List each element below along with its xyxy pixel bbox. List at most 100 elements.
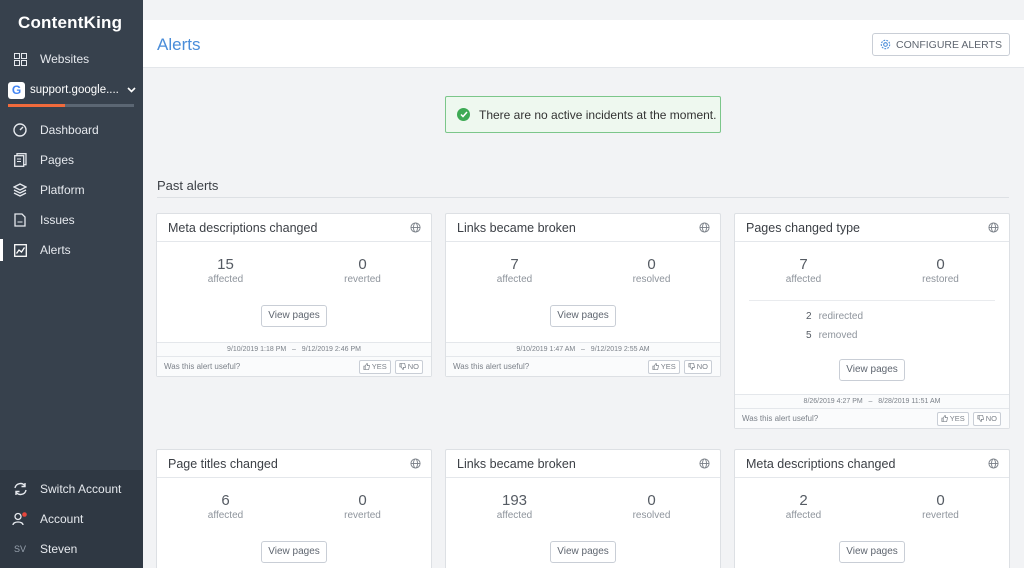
feedback-no-button[interactable]: NO xyxy=(683,359,712,374)
stat-label: affected xyxy=(496,510,533,521)
view-pages-button[interactable]: View pages xyxy=(839,359,905,381)
section-divider xyxy=(157,197,1009,198)
view-pages-button[interactable]: View pages xyxy=(261,541,327,563)
no-label: NO xyxy=(407,362,419,371)
stat-affected: 193 affected xyxy=(446,493,583,540)
sidebar-item-label: Issues xyxy=(40,213,75,227)
date-from: 9/10/2019 1:47 AM xyxy=(516,346,576,353)
card-title: Pages changed type xyxy=(746,220,860,235)
stat-value: 0 xyxy=(358,256,367,273)
sidebar-item-label: Dashboard xyxy=(40,123,99,137)
yes-label: YES xyxy=(660,362,676,371)
stat-value: 193 xyxy=(501,492,528,509)
stat-value: 15 xyxy=(217,256,234,273)
stat-label: resolved xyxy=(632,274,671,285)
pages-icon xyxy=(12,152,28,168)
sidebar-item-dashboard[interactable]: Dashboard xyxy=(0,115,143,145)
sidebar: ContentKing Websites G support.google...… xyxy=(0,0,143,568)
date-to: 9/12/2019 2:55 AM xyxy=(590,346,650,353)
view-pages-wrap: View pages xyxy=(157,540,431,568)
sidebar-item-platform[interactable]: Platform xyxy=(0,175,143,205)
account-label: Account xyxy=(40,512,84,526)
card-header: Page titles changed xyxy=(157,450,431,478)
feedback-yes-button[interactable]: YES xyxy=(358,359,391,374)
view-pages-wrap: View pages xyxy=(157,304,431,342)
feedback-yes-button[interactable]: YES xyxy=(647,359,680,374)
no-incidents-notice: There are no active incidents at the mom… xyxy=(445,96,721,133)
website-selector[interactable]: G support.google.... xyxy=(8,76,136,104)
stat-affected: 7 affected xyxy=(446,257,583,304)
card-header: Links became broken xyxy=(446,214,720,242)
configure-alerts-button[interactable]: CONFIGURE ALERTS xyxy=(872,33,1010,56)
feedback-yes-button[interactable]: YES xyxy=(936,411,969,426)
card-header: Links became broken xyxy=(446,450,720,478)
stat-label: affected xyxy=(785,274,822,285)
card-header: Meta descriptions changed xyxy=(157,214,431,242)
switch-account-label: Switch Account xyxy=(40,482,122,496)
card-header: Meta descriptions changed xyxy=(735,450,1009,478)
card-stats: 193 affected 0 resolved xyxy=(446,478,720,540)
feedback-no-button[interactable]: NO xyxy=(972,411,1001,426)
thumbs-down-icon xyxy=(688,363,695,370)
crawl-progress-fill xyxy=(8,104,65,107)
globe-icon xyxy=(699,222,710,233)
sidebar-item-alerts[interactable]: Alerts xyxy=(0,235,143,265)
type-change-breakdown: 2 redirected 5 removed xyxy=(749,300,995,358)
sidebar-item-websites[interactable]: Websites xyxy=(0,44,143,74)
sidebar-item-issues[interactable]: Issues xyxy=(0,205,143,235)
chevron-down-icon xyxy=(127,84,136,96)
stat-reverted: 0 reverted xyxy=(872,493,1009,540)
view-pages-wrap: View pages xyxy=(446,540,720,568)
globe-icon xyxy=(410,222,421,233)
card-title: Links became broken xyxy=(457,456,576,471)
breakdown-label: redirected xyxy=(818,311,864,322)
grid-icon xyxy=(12,51,28,67)
breakdown-count: 2 xyxy=(806,311,812,322)
stat-value: 6 xyxy=(221,492,230,509)
date-to: 8/28/2019 11:51 AM xyxy=(878,398,941,405)
past-alerts-heading: Past alerts xyxy=(157,178,219,193)
alert-card: Pages changed type 7 affected 0 restored 2… xyxy=(734,213,1010,429)
feedback-bar: Was this alert useful? YES NO xyxy=(735,408,1009,428)
stat-value: 0 xyxy=(936,492,945,509)
feedback-question: Was this alert useful? xyxy=(164,362,241,371)
view-pages-button[interactable]: View pages xyxy=(839,541,905,563)
issues-document-icon xyxy=(12,212,28,228)
stat-label: reverted xyxy=(344,510,381,521)
stat-value: 7 xyxy=(510,256,519,273)
yes-label: YES xyxy=(371,362,387,371)
stat-label: reverted xyxy=(344,274,381,285)
thumbs-up-icon xyxy=(652,363,659,370)
stat-value: 0 xyxy=(358,492,367,509)
globe-icon xyxy=(988,222,999,233)
view-pages-button[interactable]: View pages xyxy=(261,305,327,327)
alerts-chart-icon xyxy=(12,242,28,258)
date-separator: – xyxy=(292,346,296,353)
breakdown-label: removed xyxy=(818,330,858,341)
stat-label: affected xyxy=(207,274,244,285)
stat-value: 0 xyxy=(647,492,656,509)
view-pages-button[interactable]: View pages xyxy=(550,541,616,563)
date-from: 9/10/2019 1:18 PM xyxy=(227,346,287,353)
account-button[interactable]: Account xyxy=(0,504,143,534)
switch-arrows-icon xyxy=(12,481,28,497)
thumbs-down-icon xyxy=(977,415,984,422)
stat-value: 7 xyxy=(799,256,808,273)
stat-value: 0 xyxy=(936,256,945,273)
switch-account-button[interactable]: Switch Account xyxy=(0,474,143,504)
configure-alerts-label: CONFIGURE ALERTS xyxy=(896,38,1002,51)
feedback-no-button[interactable]: NO xyxy=(394,359,423,374)
globe-icon xyxy=(410,458,421,469)
globe-icon xyxy=(699,458,710,469)
sidebar-item-label: Platform xyxy=(40,183,85,197)
view-pages-button[interactable]: View pages xyxy=(550,305,616,327)
logo: ContentKing xyxy=(18,13,123,32)
date-separator: – xyxy=(581,346,585,353)
gear-icon xyxy=(880,39,891,50)
yes-label: YES xyxy=(949,414,965,423)
user-profile[interactable]: SV Steven xyxy=(0,534,143,564)
sidebar-item-pages[interactable]: Pages xyxy=(0,145,143,175)
date-from: 8/26/2019 4:27 PM xyxy=(803,398,863,405)
card-header: Pages changed type xyxy=(735,214,1009,242)
page-header: Alerts CONFIGURE ALERTS xyxy=(143,20,1024,68)
